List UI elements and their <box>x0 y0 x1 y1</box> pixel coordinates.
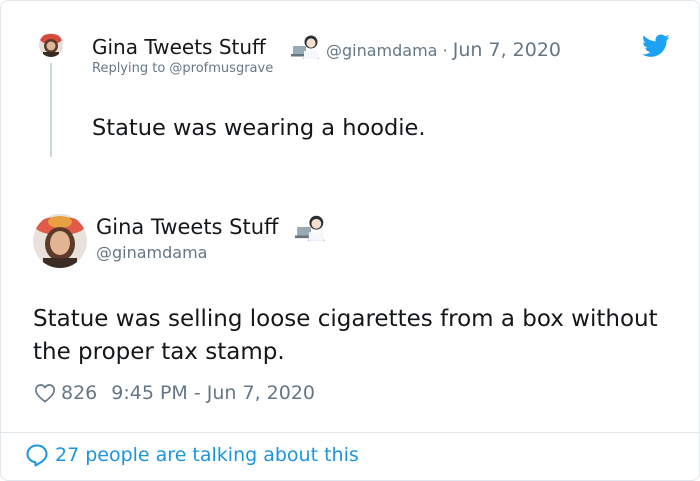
meta-separator: · <box>442 41 448 60</box>
main-tweet-text: Statue was selling loose cigarettes from… <box>33 306 658 365</box>
reply-meta: @ginamdama · Jun 7, 2020 <box>326 39 561 61</box>
main-author-avatar[interactable] <box>33 214 87 268</box>
replying-to-text[interactable]: Replying to @profmusgrave <box>92 61 273 76</box>
tweet-meta-row: 826 9:45 PM - Jun 7, 2020 <box>34 380 315 406</box>
reply-date[interactable]: Jun 7, 2020 <box>453 39 561 61</box>
tweet-embed-card: Gina Tweets Stuff @ginamdama · Jun 7, 20… <box>0 0 700 481</box>
woman-technologist-icon <box>291 33 321 61</box>
main-author-handle[interactable]: @ginamdama <box>96 243 207 262</box>
main-author-name[interactable]: Gina Tweets Stuff <box>96 215 279 239</box>
reply-author-name[interactable]: Gina Tweets Stuff <box>92 35 266 59</box>
twitter-bird-icon[interactable] <box>642 34 670 58</box>
talking-about-text[interactable]: 27 people are talking about this <box>55 444 359 466</box>
thread-connector-line <box>50 63 52 157</box>
reply-handle[interactable]: @ginamdama <box>326 41 437 60</box>
reply-tweet-text: Statue was wearing a hoodie. <box>92 115 426 141</box>
tweet-timestamp[interactable]: 9:45 PM - Jun 7, 2020 <box>111 382 315 404</box>
comment-bubble-icon <box>26 444 48 467</box>
footer-divider <box>1 432 699 433</box>
talking-about-link[interactable]: 27 people are talking about this <box>25 443 359 467</box>
like-count[interactable]: 826 <box>61 382 97 404</box>
heart-icon[interactable] <box>34 383 56 403</box>
reply-author-avatar[interactable] <box>39 33 63 57</box>
woman-technologist-icon <box>295 213 327 243</box>
